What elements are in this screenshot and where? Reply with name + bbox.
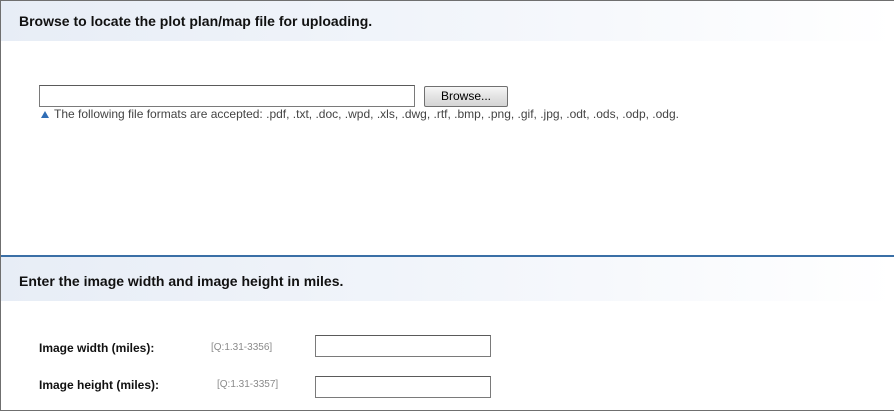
upload-section-header: Browse to locate the plot plan/map file … — [1, 1, 894, 41]
triangle-up-icon — [41, 111, 49, 118]
browse-button[interactable]: Browse... — [424, 86, 508, 107]
file-formats-hint: The following file formats are accepted:… — [41, 107, 679, 121]
image-height-question-code: [Q:1.31-3357] — [217, 379, 279, 390]
dimensions-section-title: Enter the image width and image height i… — [19, 273, 344, 289]
image-height-label: Image height (miles): — [39, 378, 160, 392]
image-height-input[interactable] — [315, 376, 491, 398]
image-width-label: Image width (miles): — [39, 341, 155, 355]
dimensions-section-header: Enter the image width and image height i… — [1, 255, 894, 301]
image-width-question-code: [Q:1.31-3356] — [211, 342, 273, 353]
file-formats-hint-text: The following file formats are accepted:… — [54, 107, 679, 121]
form-panel: Browse to locate the plot plan/map file … — [0, 0, 894, 411]
image-width-input[interactable] — [315, 335, 491, 357]
file-path-input[interactable] — [39, 85, 415, 107]
upload-section-title: Browse to locate the plot plan/map file … — [19, 13, 373, 29]
